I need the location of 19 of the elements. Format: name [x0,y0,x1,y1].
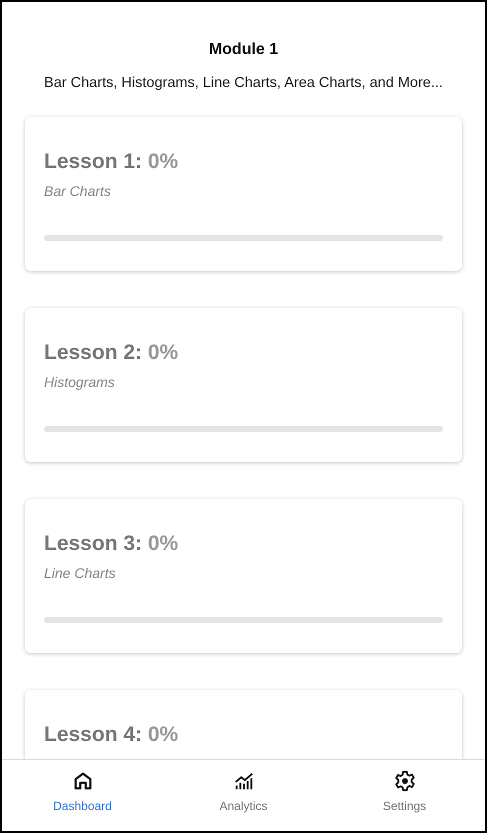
lesson-card[interactable]: Lesson 1: 0% Bar Charts [25,117,462,271]
lesson-topic: Histograms [44,374,115,391]
lesson-topic: Line Charts [44,565,116,582]
settings-icon [394,770,416,792]
lesson-title: Lesson 4: 0% [44,723,178,747]
module-subtitle: Bar Charts, Histograms, Line Charts, Area Charts, and More... [43,75,444,91]
chart-icon [232,770,254,792]
lesson-card[interactable]: Lesson 3: 0% Line Charts [25,499,462,653]
nav-tab[interactable]: Analytics [163,760,324,831]
lesson-card[interactable]: Lesson 4: 0% [25,690,462,759]
nav-tab[interactable]: Dashboard [2,760,163,831]
home-icon [72,770,94,792]
lesson-title: Lesson 3: 0% [44,532,178,556]
module-title: Module 1 [208,41,280,59]
lesson-title: Lesson 2: 0% [44,341,178,365]
lesson-title: Lesson 1: 0% [44,150,178,174]
nav-tab[interactable]: Settings [324,760,485,831]
lesson-topic: Bar Charts [44,183,111,200]
lesson-card[interactable]: Lesson 2: 0% Histograms [25,308,462,462]
